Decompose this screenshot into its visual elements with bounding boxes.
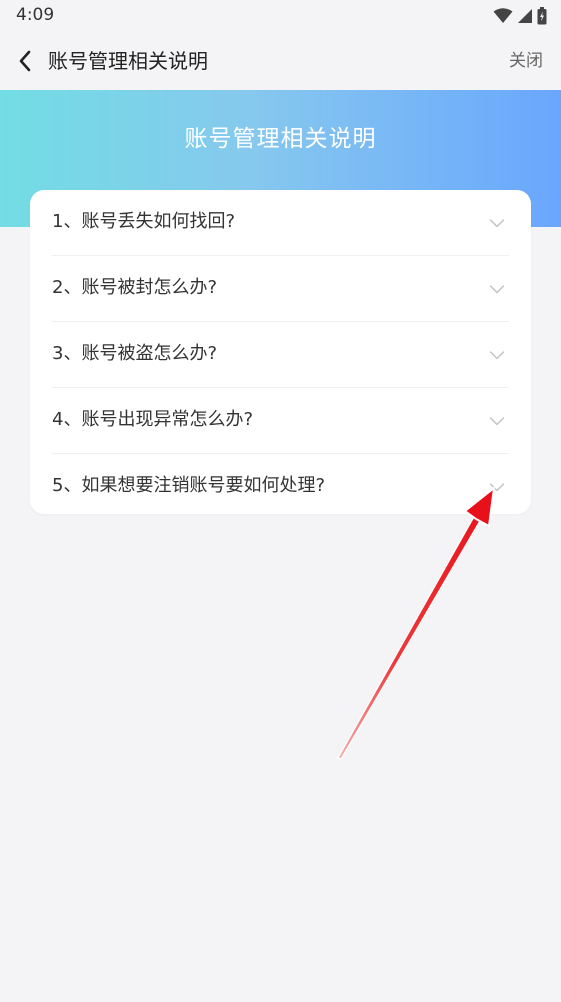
faq-question: 4、账号出现异常怎么办? [52,409,254,430]
screen: 4:09 账号管理相关说明 关闭 账号管理相关说明 1、账号丢失如何找回? 2、… [0,0,561,1002]
faq-card: 1、账号丢失如何找回? 2、账号被封怎么办? 3、账号被盗怎么办? 4、账号出现… [30,190,531,514]
nav-title: 账号管理相关说明 [48,49,208,73]
chevron-down-icon [489,351,505,360]
red-arrow-icon [337,487,495,760]
chevron-down-icon [489,285,505,294]
faq-question: 2、账号被封怎么办? [52,277,218,298]
chevron-down-icon [489,417,505,426]
faq-question: 1、账号丢失如何找回? [52,211,236,232]
faq-item-3[interactable]: 3、账号被盗怎么办? [52,322,509,388]
faq-item-2[interactable]: 2、账号被封怎么办? [52,256,509,322]
faq-item-4[interactable]: 4、账号出现异常怎么办? [52,388,509,454]
status-bar: 4:09 [0,0,561,32]
faq-item-5[interactable]: 5、如果想要注销账号要如何处理? [52,454,509,519]
wifi-icon [493,8,513,23]
faq-question: 5、如果想要注销账号要如何处理? [52,475,326,496]
chevron-left-icon [19,50,31,72]
back-button[interactable] [10,46,40,76]
chevron-down-icon [489,483,505,492]
faq-item-1[interactable]: 1、账号丢失如何找回? [52,190,509,256]
chevron-down-icon [489,219,505,228]
faq-question: 3、账号被盗怎么办? [52,343,218,364]
battery-icon [537,7,547,25]
banner-title: 账号管理相关说明 [184,126,377,152]
nav-bar: 账号管理相关说明 关闭 [0,32,561,90]
close-button[interactable]: 关闭 [509,49,543,73]
status-icons [493,6,547,26]
signal-icon [518,9,532,23]
status-time: 4:09 [16,5,55,25]
